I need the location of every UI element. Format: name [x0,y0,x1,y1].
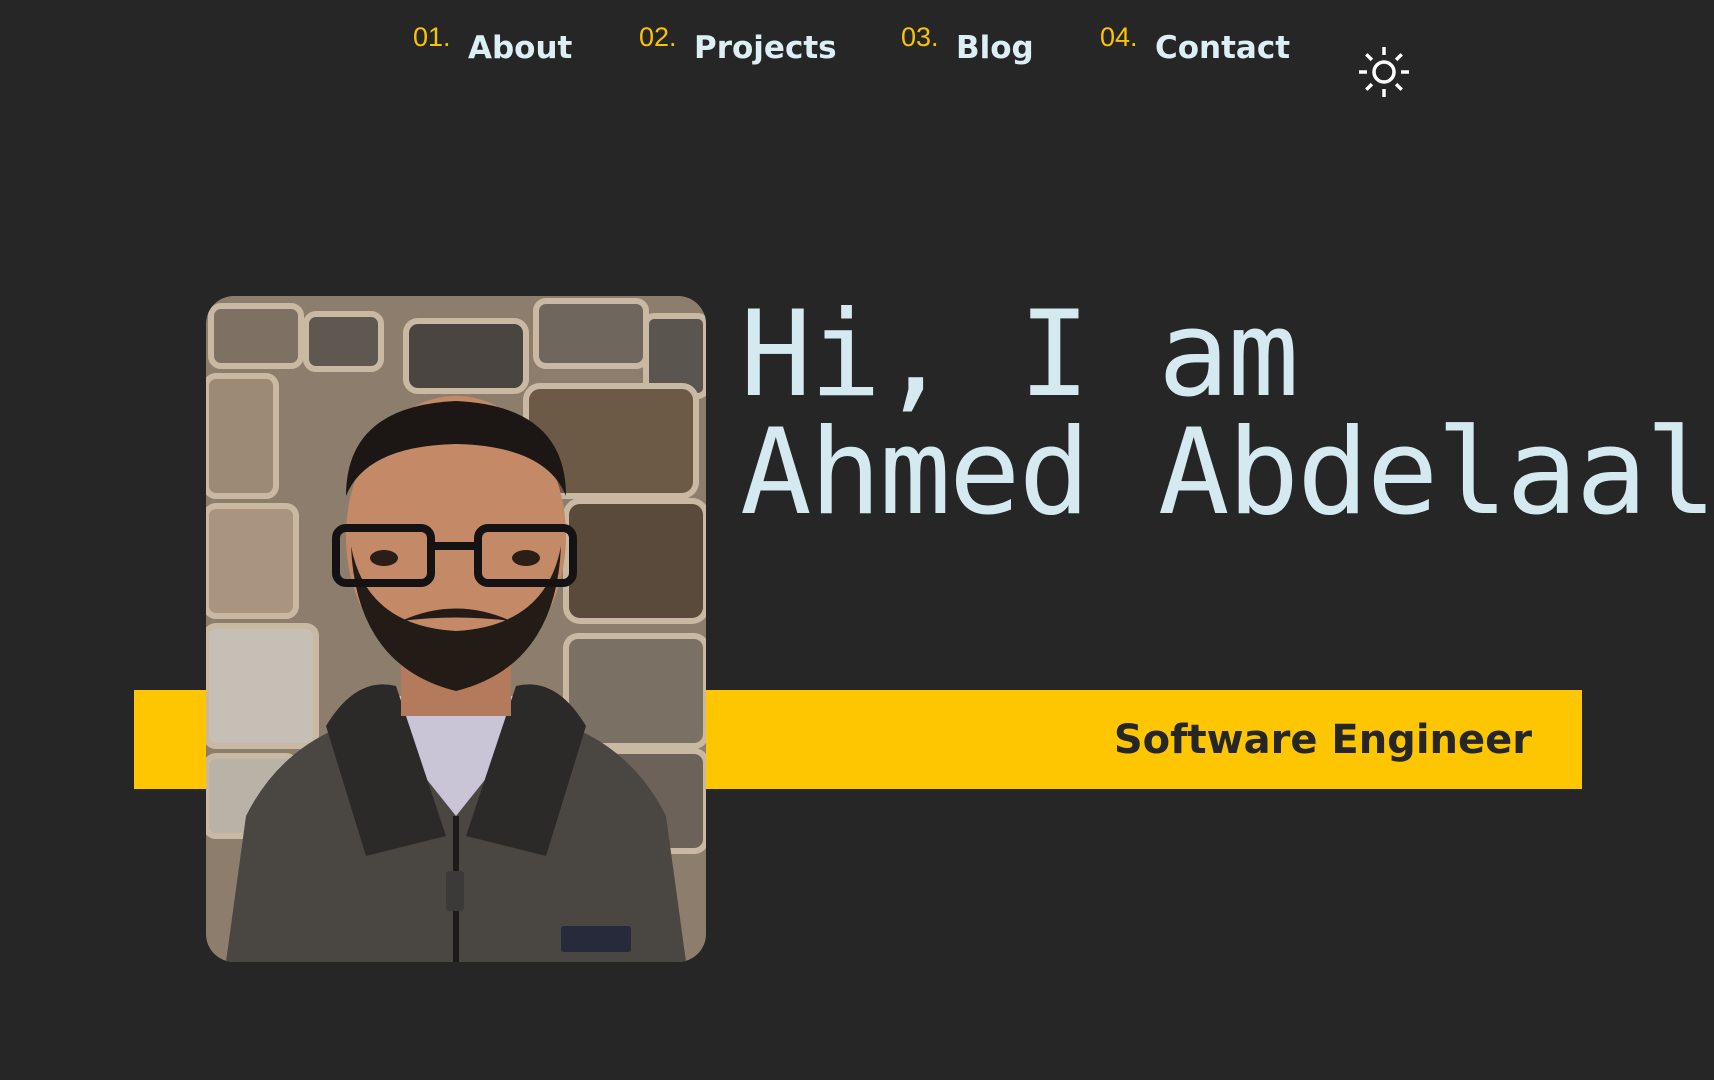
greeting-line: Hi, I am [740,286,1299,424]
nav-number: 02. [639,22,677,52]
nav-label: Projects [694,30,837,66]
nav-label: Blog [956,30,1034,66]
nav-link-projects[interactable]: 02. Projects [639,20,837,80]
nav-link-blog[interactable]: 03. Blog [901,20,1041,80]
theme-toggle-button[interactable] [1358,46,1410,98]
portrait-illustration [206,296,706,962]
nav-link-contact[interactable]: 04. Contact [1100,20,1290,80]
nav-number: 04. [1100,22,1138,52]
role-title: Software Engineer [1113,717,1532,763]
nav-number: 01. [413,22,451,52]
nav-link-about[interactable]: 01. About [413,20,573,80]
nav-label: About [468,30,573,66]
profile-photo [206,296,706,962]
name-line: Ahmed Abdelaal [740,404,1714,542]
hero-heading: Hi, I am Ahmed Abdelaal [740,286,1714,542]
nav-number: 03. [901,22,939,52]
main-navigation: 01. About 02. Projects 03. Blog 04. Cont… [0,20,1714,97]
nav-label: Contact [1155,30,1291,66]
sun-icon [1359,47,1409,97]
